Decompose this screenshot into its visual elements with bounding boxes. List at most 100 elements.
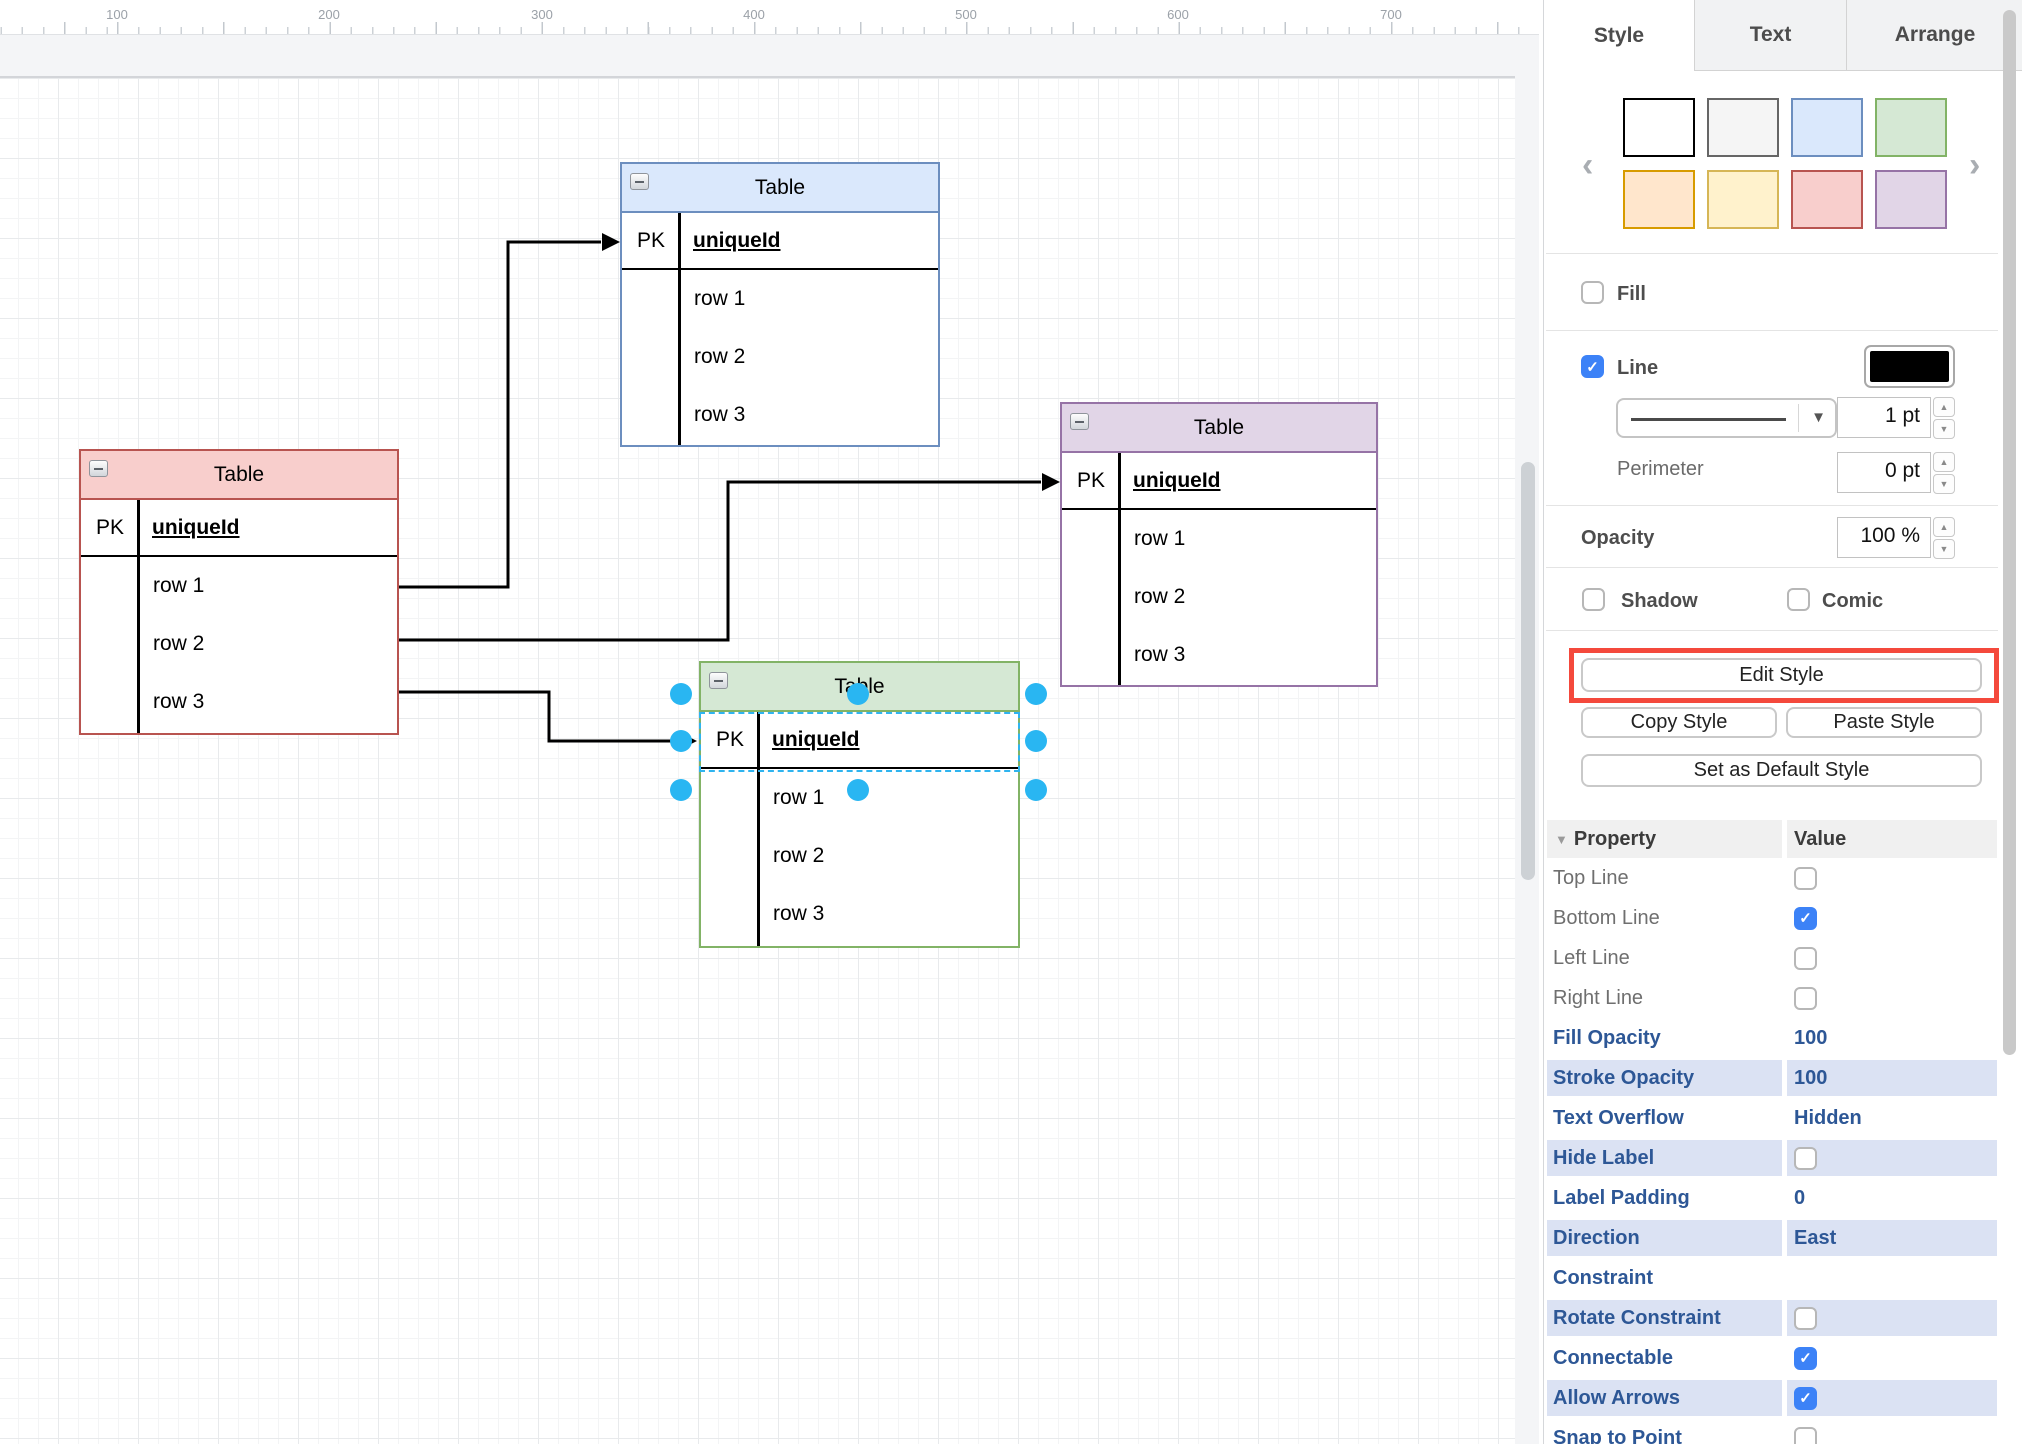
line-style-dropdown[interactable]: ▼ bbox=[1616, 398, 1837, 438]
collapse-icon[interactable] bbox=[1070, 413, 1089, 430]
property-checkbox[interactable]: ✓ bbox=[1794, 1307, 1817, 1330]
table-header[interactable]: Table bbox=[81, 451, 397, 500]
swatches-next-icon[interactable]: › bbox=[1969, 148, 1980, 182]
collapse-icon[interactable] bbox=[709, 672, 728, 689]
line-style-preview bbox=[1631, 418, 1786, 421]
tab-text[interactable]: Text bbox=[1694, 0, 1846, 71]
style-swatch-gray[interactable] bbox=[1707, 98, 1779, 157]
selection-handle-bottom-left[interactable] bbox=[670, 779, 692, 801]
table-pk-row[interactable]: PK uniqueId bbox=[1062, 453, 1376, 510]
selection-handle-middle-left[interactable] bbox=[670, 730, 692, 752]
property-checkbox[interactable]: ✓ bbox=[1794, 907, 1817, 930]
opacity-input[interactable]: 100 % bbox=[1837, 517, 1931, 558]
style-swatch-yellow[interactable] bbox=[1707, 170, 1779, 229]
tab-arrange[interactable]: Arrange bbox=[1846, 0, 2022, 71]
property-label: Top Line bbox=[1553, 867, 1629, 890]
table-row[interactable]: row 2 bbox=[1062, 568, 1376, 626]
selection-handle-bottom-center[interactable] bbox=[847, 779, 869, 801]
table-row[interactable]: row 1 bbox=[622, 270, 938, 328]
fill-checkbox[interactable]: ✓ bbox=[1581, 281, 1604, 304]
set-default-style-button[interactable]: Set as Default Style bbox=[1581, 754, 1982, 787]
property-value[interactable]: 0 bbox=[1794, 1187, 1805, 1210]
table-row[interactable]: row 1 bbox=[1062, 510, 1376, 568]
entity-table-red[interactable]: Table PK uniqueId row 1 row 2 row 3 bbox=[79, 449, 399, 735]
entity-table-purple[interactable]: Table PK uniqueId row 1 row 2 row 3 bbox=[1060, 402, 1378, 687]
table-header[interactable]: Table bbox=[1062, 404, 1376, 453]
step-up-icon[interactable]: ▲ bbox=[1933, 397, 1955, 417]
entity-table-blue[interactable]: Table PK uniqueId row 1 row 2 row 3 bbox=[620, 162, 940, 447]
property-checkbox[interactable]: ✓ bbox=[1794, 1387, 1817, 1410]
table-row[interactable]: row 3 bbox=[622, 386, 938, 444]
selection-handle-top-center[interactable] bbox=[847, 683, 869, 705]
selection-handle-top-left[interactable] bbox=[670, 683, 692, 705]
table-row[interactable]: row 3 bbox=[701, 885, 1018, 943]
property-value[interactable]: East bbox=[1794, 1227, 1836, 1250]
property-label: Direction bbox=[1553, 1227, 1640, 1250]
edge-red-to-blue[interactable] bbox=[399, 242, 601, 587]
property-value[interactable]: 100 bbox=[1794, 1027, 1827, 1050]
line-width-stepper[interactable]: ▲ ▼ bbox=[1933, 397, 1955, 439]
table-row[interactable]: row 2 bbox=[622, 328, 938, 386]
property-checkbox[interactable]: ✓ bbox=[1794, 1347, 1817, 1370]
perimeter-stepper[interactable]: ▲ ▼ bbox=[1933, 452, 1955, 494]
table-row[interactable]: row 3 bbox=[81, 673, 397, 731]
style-swatch-white[interactable] bbox=[1623, 98, 1695, 157]
table-pk-row[interactable]: PK uniqueId bbox=[81, 500, 397, 557]
style-swatch-purple[interactable] bbox=[1875, 170, 1947, 229]
style-swatch-green[interactable] bbox=[1875, 98, 1947, 157]
property-label: Connectable bbox=[1553, 1347, 1673, 1370]
table-row[interactable]: row 2 bbox=[701, 827, 1018, 885]
style-swatch-blue[interactable] bbox=[1791, 98, 1863, 157]
collapse-triangle-icon[interactable]: ▼ bbox=[1555, 832, 1568, 847]
divider bbox=[1546, 630, 1998, 631]
property-column-header[interactable]: ▼ Property bbox=[1547, 820, 1782, 858]
tab-style[interactable]: Style bbox=[1544, 0, 1694, 71]
step-up-icon[interactable]: ▲ bbox=[1933, 517, 1955, 537]
property-value[interactable]: Hidden bbox=[1794, 1107, 1862, 1130]
property-checkbox[interactable]: ✓ bbox=[1794, 1147, 1817, 1170]
property-checkbox[interactable]: ✓ bbox=[1794, 1427, 1817, 1444]
property-label: Left Line bbox=[1553, 947, 1630, 970]
step-down-icon[interactable]: ▼ bbox=[1933, 474, 1955, 494]
perimeter-label: Perimeter bbox=[1617, 458, 1704, 481]
table-pk-row[interactable]: PK uniqueId bbox=[622, 213, 938, 270]
line-color-button[interactable] bbox=[1864, 345, 1955, 388]
table-row[interactable]: row 1 bbox=[81, 557, 397, 615]
property-checkbox[interactable]: ✓ bbox=[1794, 947, 1817, 970]
style-swatch-orange[interactable] bbox=[1623, 170, 1695, 229]
selection-handle-bottom-right[interactable] bbox=[1025, 779, 1047, 801]
opacity-stepper[interactable]: ▲ ▼ bbox=[1933, 517, 1955, 559]
edge-red-to-green[interactable] bbox=[399, 692, 678, 741]
line-width-input[interactable]: 1 pt bbox=[1837, 397, 1931, 438]
property-label: Right Line bbox=[1553, 987, 1643, 1010]
table-header[interactable]: Table bbox=[622, 164, 938, 213]
paste-style-button[interactable]: Paste Style bbox=[1786, 707, 1982, 738]
comic-checkbox[interactable]: ✓ bbox=[1787, 588, 1810, 611]
property-label: Constraint bbox=[1553, 1267, 1653, 1290]
copy-style-button[interactable]: Copy Style bbox=[1581, 707, 1777, 738]
collapse-icon[interactable] bbox=[89, 460, 108, 477]
collapse-icon[interactable] bbox=[630, 173, 649, 190]
table-row[interactable]: row 2 bbox=[81, 615, 397, 673]
selection-handle-top-right[interactable] bbox=[1025, 683, 1047, 705]
swatches-prev-icon[interactable]: ‹ bbox=[1582, 148, 1593, 182]
step-down-icon[interactable]: ▼ bbox=[1933, 419, 1955, 439]
edit-style-button[interactable]: Edit Style bbox=[1581, 658, 1982, 692]
panel-vertical-scrollbar[interactable] bbox=[2003, 10, 2016, 1055]
shadow-checkbox[interactable]: ✓ bbox=[1582, 588, 1605, 611]
table-row[interactable]: row 3 bbox=[1062, 626, 1376, 684]
style-swatch-red[interactable] bbox=[1791, 170, 1863, 229]
line-checkbox[interactable]: ✓ bbox=[1581, 355, 1604, 378]
step-down-icon[interactable]: ▼ bbox=[1933, 539, 1955, 559]
canvas-vertical-scrollbar[interactable] bbox=[1521, 462, 1535, 880]
property-checkbox[interactable]: ✓ bbox=[1794, 867, 1817, 890]
shadow-label: Shadow bbox=[1621, 590, 1698, 613]
edge-red-to-purple[interactable] bbox=[399, 482, 1041, 640]
diagram-canvas[interactable]: 100 200 300 400 500 600 700 Table PK bbox=[0, 0, 1539, 1444]
property-value[interactable]: 100 bbox=[1794, 1067, 1827, 1090]
perimeter-input[interactable]: 0 pt bbox=[1837, 452, 1931, 493]
step-up-icon[interactable]: ▲ bbox=[1933, 452, 1955, 472]
property-checkbox[interactable]: ✓ bbox=[1794, 987, 1817, 1010]
table-pk-row-selected[interactable]: PK uniqueId bbox=[701, 712, 1018, 769]
selection-handle-middle-right[interactable] bbox=[1025, 730, 1047, 752]
